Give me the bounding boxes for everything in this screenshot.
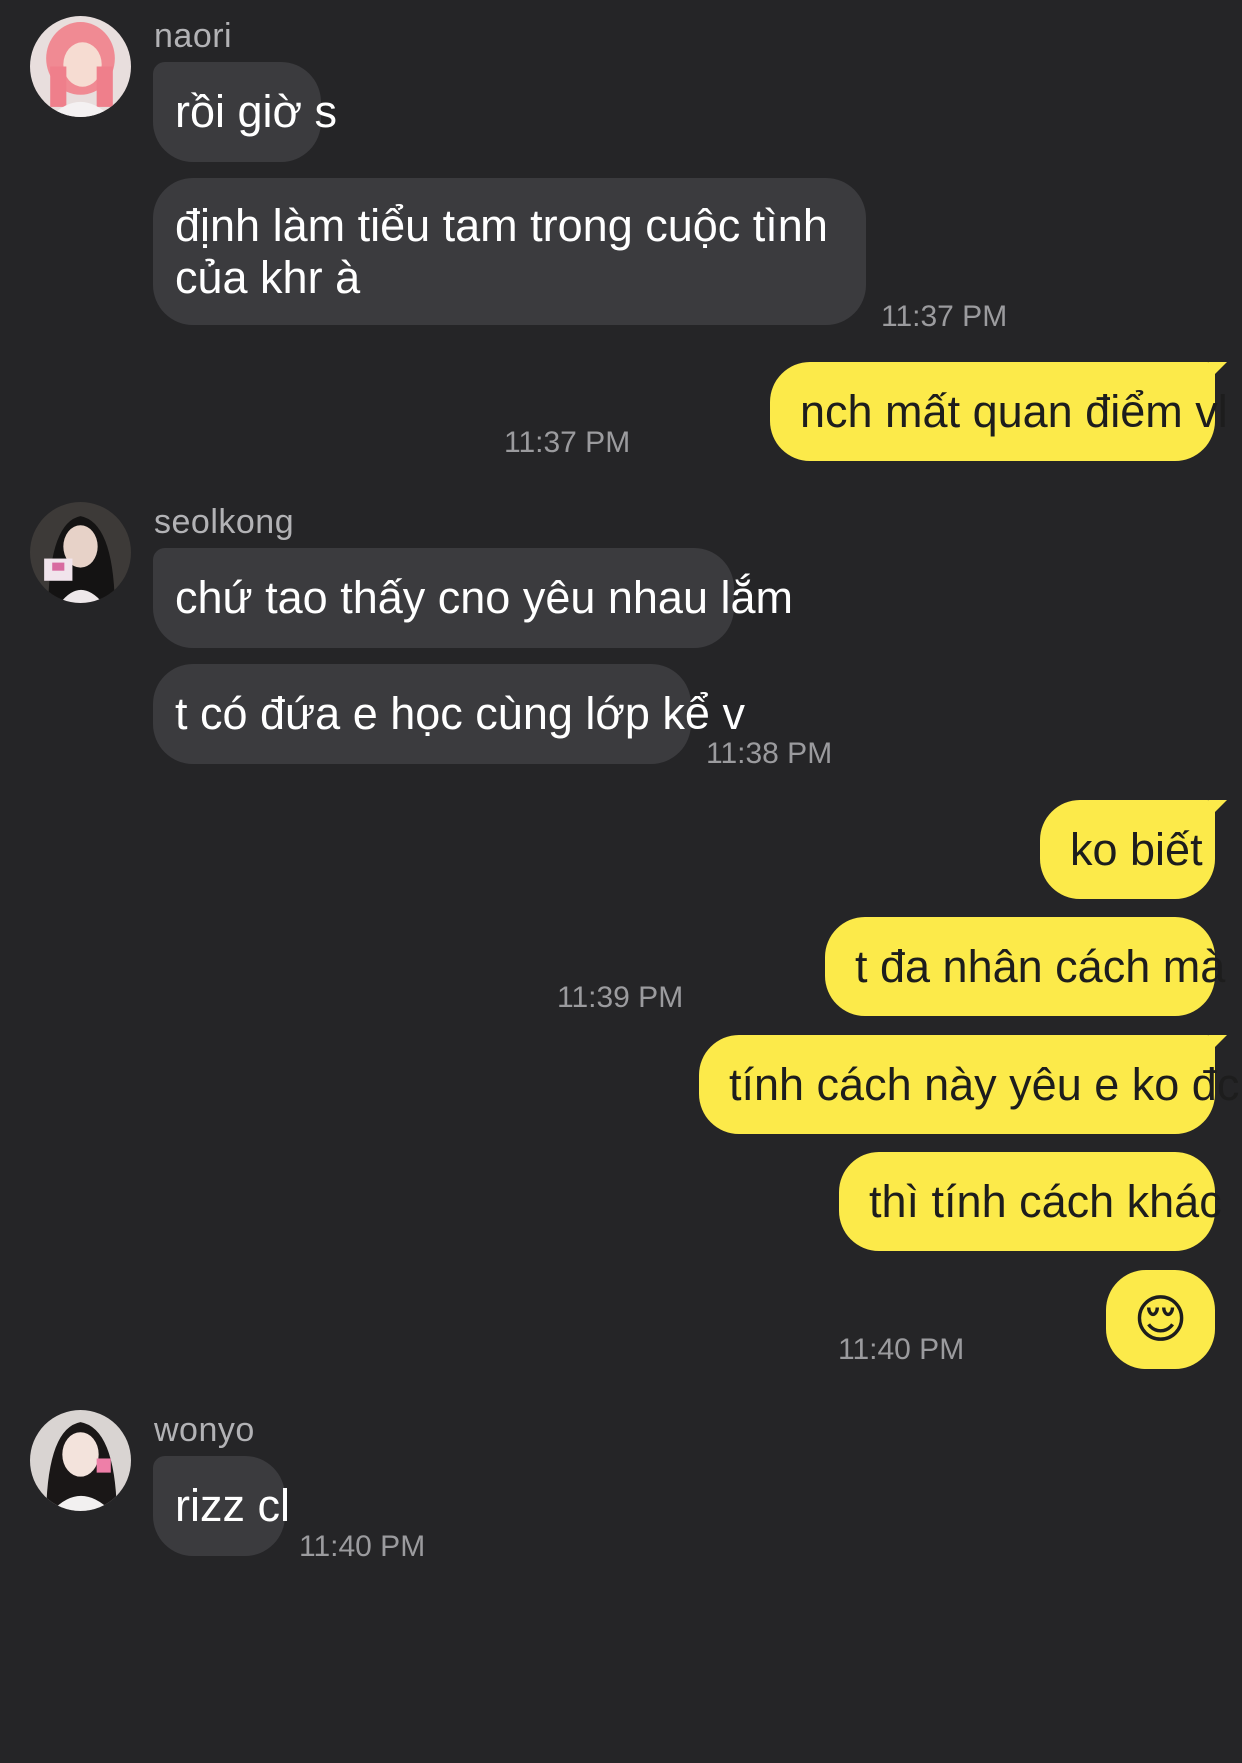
message-bubble-outgoing[interactable]: nch mất quan điểm vl bbox=[770, 362, 1228, 461]
avatar-seolkong[interactable] bbox=[30, 502, 131, 603]
message-bubble-outgoing[interactable]: tính cách này yêu e ko đc bbox=[699, 1035, 1240, 1134]
message-text: định làm tiểu tam trong cuộc tình của kh… bbox=[175, 199, 828, 303]
message-text: t có đứa e học cùng lớp kể v bbox=[175, 688, 745, 739]
avatar-wonyo[interactable] bbox=[30, 1410, 131, 1511]
message-timestamp: 11:38 PM bbox=[706, 737, 833, 770]
message-timestamp: 11:40 PM bbox=[838, 1333, 965, 1366]
message-text: rồi giờ s bbox=[175, 86, 338, 137]
sender-name-naori: naori bbox=[154, 17, 233, 55]
message-text: t đa nhân cách mà bbox=[855, 940, 1226, 992]
sender-name-wonyo: wonyo bbox=[154, 1411, 255, 1449]
message-text: tính cách này yêu e ko đc bbox=[729, 1058, 1240, 1110]
message-text: rizz cl bbox=[175, 1480, 290, 1531]
message-bubble[interactable]: chứ tao thấy cno yêu nhau lắm bbox=[153, 548, 794, 648]
message-text: ko biết bbox=[1070, 823, 1203, 875]
avatar-naori[interactable] bbox=[30, 16, 131, 117]
message-timestamp: 11:37 PM bbox=[504, 426, 631, 459]
message-timestamp: 11:39 PM bbox=[557, 981, 684, 1014]
message-text: thì tính cách khác bbox=[869, 1175, 1222, 1227]
relieved-face-emoji: 😌 bbox=[1133, 1290, 1188, 1349]
message-bubble[interactable]: rồi giờ s bbox=[153, 62, 338, 162]
message-bubble-outgoing[interactable]: thì tính cách khác bbox=[839, 1152, 1222, 1251]
message-bubble[interactable]: t có đứa e học cùng lớp kể v bbox=[153, 664, 745, 764]
message-bubble-outgoing[interactable]: t đa nhân cách mà bbox=[825, 917, 1226, 1016]
sender-name-seolkong: seolkong bbox=[154, 503, 295, 541]
message-text: nch mất quan điểm vl bbox=[800, 385, 1228, 437]
message-bubble-outgoing[interactable]: ko biết bbox=[1040, 800, 1227, 899]
message-timestamp: 11:40 PM bbox=[299, 1530, 426, 1563]
message-bubble-outgoing[interactable]: 😌 bbox=[1106, 1270, 1215, 1369]
message-timestamp: 11:37 PM bbox=[881, 300, 1008, 333]
message-bubble[interactable]: định làm tiểu tam trong cuộc tình của kh… bbox=[153, 178, 866, 325]
message-text: chứ tao thấy cno yêu nhau lắm bbox=[175, 572, 794, 623]
message-bubble[interactable]: rizz cl bbox=[153, 1456, 290, 1556]
